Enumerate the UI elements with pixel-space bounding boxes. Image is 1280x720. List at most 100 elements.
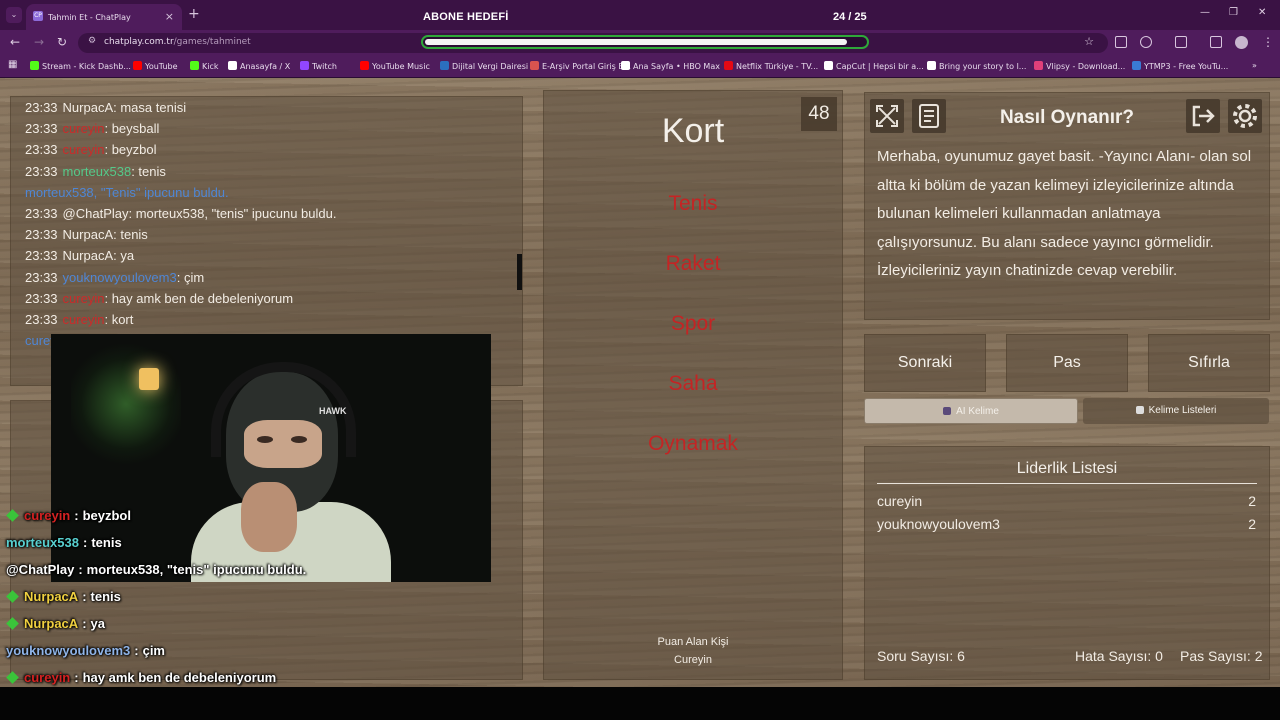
chat-username[interactable]: morteux538,: [25, 185, 97, 200]
bookmark-item[interactable]: YouTube Music: [360, 61, 430, 71]
leaderboard-name: cureyin: [877, 493, 923, 509]
bookmark-favicon-icon: [824, 61, 833, 70]
chat-username[interactable]: NurpacA: [63, 227, 114, 242]
stream-chat-username: youknowyoulovem3: [6, 643, 131, 658]
bookmark-item[interactable]: Kick: [190, 61, 219, 71]
reset-button[interactable]: Sıfırla: [1148, 334, 1270, 392]
url-path: /games/tahminet: [173, 37, 251, 47]
chat-username[interactable]: cureyin: [63, 142, 105, 157]
extensions-puzzle-icon[interactable]: [1140, 36, 1152, 48]
bookmark-label: Stream - Kick Dashb...: [42, 62, 131, 71]
stream-chat-username: cureyin: [24, 670, 71, 685]
chat-scrollbar[interactable]: [517, 254, 522, 290]
chat-timestamp: 23:33: [25, 269, 58, 285]
taboo-word: Oynamak: [648, 432, 738, 455]
chat-text: : hay amk ben de debeleniyorum: [104, 290, 294, 306]
bookmark-item[interactable]: Vlipsy - Download...: [1034, 61, 1125, 71]
separator: :: [74, 670, 79, 685]
bookmark-item[interactable]: Twitch: [300, 61, 337, 71]
bookmark-favicon-icon: [133, 61, 142, 70]
url-host: chatplay.com.tr: [104, 37, 174, 47]
separator: :: [82, 535, 88, 550]
bookmark-item[interactable]: E-Arşiv Portal Giriş E...: [530, 61, 631, 71]
separator: :: [78, 562, 83, 577]
lamp: [139, 368, 159, 390]
bookmark-favicon-icon: [530, 61, 539, 70]
minimize-icon[interactable]: —: [1200, 7, 1210, 18]
bookmark-item[interactable]: Netflix Türkiye - TV...: [724, 61, 818, 71]
chat-message: 23:33 cureyin: hay amk ben de debeleniyor…: [25, 291, 293, 306]
bookmark-item[interactable]: Ana Sayfa • HBO Max: [621, 61, 720, 71]
ai-word-button[interactable]: AI Kelime: [864, 398, 1078, 424]
exit-icon[interactable]: [1186, 99, 1220, 133]
bookmark-item[interactable]: YTMP3 - Free YouTu...: [1132, 61, 1228, 71]
chat-message: 23:33 cureyin: beyzbol: [25, 142, 157, 157]
streamer-hand: [241, 482, 297, 552]
forward-icon[interactable]: →: [34, 35, 44, 49]
stream-chat-username: cureyin: [24, 508, 71, 523]
bookmark-item[interactable]: YouTube: [133, 61, 178, 71]
chat-username[interactable]: NurpacA: [63, 248, 114, 263]
chat-username[interactable]: youknowyoulovem3: [63, 270, 177, 285]
separator: :: [82, 589, 87, 604]
bookmark-item[interactable]: Bring your story to l...: [927, 61, 1026, 71]
profile-avatar[interactable]: [1235, 36, 1248, 49]
bookmark-label: YouTube Music: [372, 62, 430, 71]
browser-menu-icon[interactable]: ⋮: [1262, 35, 1274, 49]
leaderboard-score: 2: [1248, 516, 1256, 532]
chat-username[interactable]: NurpacA: [63, 100, 114, 115]
new-tab-icon[interactable]: +: [188, 6, 200, 22]
apps-grid-icon[interactable]: ▦: [8, 59, 17, 70]
word-lists-button[interactable]: Kelime Listeleri: [1083, 398, 1269, 424]
bookmark-favicon-icon: [621, 61, 630, 70]
next-button[interactable]: Sonraki: [864, 334, 986, 392]
close-window-icon[interactable]: ✕: [1258, 7, 1266, 18]
site-info-icon[interactable]: ⚙: [88, 36, 96, 46]
stream-chat-text: morteux538, "tenis" ipucunu buldu.: [86, 562, 307, 577]
bookmark-item[interactable]: CapCut | Hepsi bir a...: [824, 61, 924, 71]
bookmark-favicon-icon: [190, 61, 199, 70]
extension-icon[interactable]: [1115, 36, 1127, 48]
media-control-icon[interactable]: [1210, 36, 1222, 48]
bookmark-item[interactable]: Stream - Kick Dashb...: [30, 61, 131, 71]
chat-username[interactable]: cureyin: [63, 121, 105, 136]
stream-chat-text: hay amk ben de debeleniyorum: [82, 670, 277, 685]
bookmark-favicon-icon: [30, 61, 39, 70]
ai-icon: [943, 407, 952, 415]
headphone-brand: HAWK: [319, 406, 347, 416]
chat-message: 23:33 NurpacA: masa tenisi: [25, 100, 186, 115]
bookmark-star-icon[interactable]: ☆: [1084, 35, 1094, 48]
tab-active[interactable]: CP Tahmin Et - ChatPlay ×: [26, 4, 182, 30]
target-word: Kort: [661, 112, 725, 150]
pass-button[interactable]: Pas: [1006, 334, 1128, 392]
chat-timestamp: 23:33: [25, 312, 58, 327]
maximize-icon[interactable]: ❐: [1229, 7, 1238, 18]
badge-gem-icon: [6, 509, 19, 522]
downloads-icon[interactable]: [1175, 36, 1187, 48]
tab-list-icon[interactable]: ⌄: [6, 7, 22, 23]
reload-icon[interactable]: ↻: [57, 35, 67, 49]
chatplay-favicon-icon: CP: [33, 11, 43, 21]
chat-timestamp: 23:33: [25, 142, 58, 158]
more-bookmarks-icon[interactable]: »: [1252, 61, 1257, 70]
stream-chat-message: NurpacA: tenis: [6, 589, 121, 604]
chat-message: 23:33 @ChatPlay: morteux538, "tenis" ipuc…: [25, 206, 336, 221]
leaderboard-name: youknowyoulovem3: [877, 516, 1000, 532]
bookmark-item[interactable]: Anasayfa / X: [228, 61, 290, 71]
settings-gear-icon[interactable]: [1228, 99, 1262, 133]
bookmark-item[interactable]: Dijital Vergi Dairesi: [440, 61, 528, 71]
chat-username[interactable]: cureyin: [63, 291, 105, 306]
back-icon[interactable]: ←: [10, 35, 20, 49]
tab-close-icon[interactable]: ×: [165, 10, 174, 23]
bookmark-favicon-icon: [360, 61, 369, 70]
bookmark-favicon-icon: [927, 61, 936, 70]
stream-chat-message: NurpacA: ya: [6, 616, 105, 631]
taboo-word: Spor: [670, 312, 716, 335]
stream-chat-text: çim: [142, 643, 165, 658]
stream-chat-username: @ChatPlay: [6, 562, 75, 577]
separator: :: [134, 643, 139, 658]
chat-username[interactable]: @ChatPlay: [63, 206, 129, 221]
chat-username[interactable]: cureyin: [63, 312, 105, 327]
bookmark-label: Bring your story to l...: [939, 62, 1027, 71]
chat-username[interactable]: morteux538: [63, 164, 132, 179]
